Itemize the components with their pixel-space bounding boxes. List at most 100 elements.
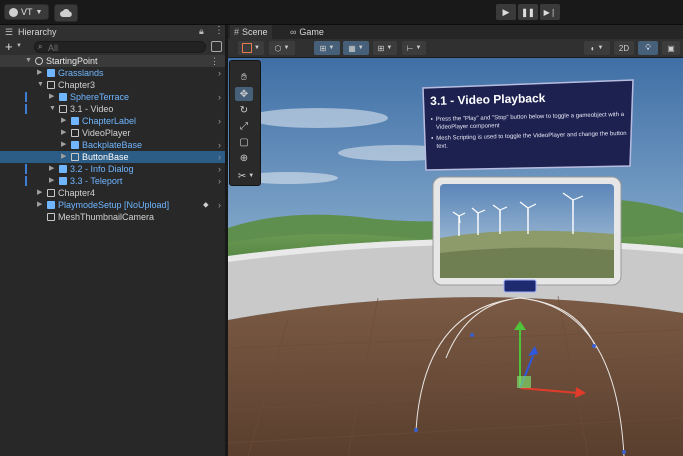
hand-tool-icon[interactable]: ✋︎ — [235, 70, 253, 84]
expand-down-icon[interactable]: ▼ — [25, 55, 32, 67]
hierarchy-item-label: Chapter4 — [58, 188, 96, 198]
step-button[interactable]: ▶❘ — [540, 4, 560, 20]
hierarchy-item-label: Grasslands — [58, 68, 104, 78]
hierarchy-item-label: PlaymodeSetup [NoUpload] — [58, 200, 170, 210]
top-toolbar: VT ▼ ▶ ❚❚ ▶❘ — [0, 0, 683, 25]
increment-snap-button[interactable]: ⊢ ▼ — [402, 41, 426, 55]
expand-right-icon[interactable]: ▶ — [49, 163, 54, 175]
tab-game-label: Game — [299, 27, 324, 37]
lock-icon[interactable]: 🔒︎ — [199, 26, 204, 37]
hierarchy-item[interactable]: ▶ PlaymodeSetup [NoUpload] ⬥ › — [0, 199, 225, 211]
open-prefab-icon[interactable]: › — [218, 175, 221, 187]
open-prefab-icon[interactable]: › — [218, 151, 221, 163]
search-input[interactable]: ⌕ All — [34, 41, 206, 53]
panel-bullet: Press the "Play" and "Stop" button below… — [435, 111, 625, 131]
more-scene-options-button[interactable]: ▣ — [662, 41, 680, 55]
hierarchy-item[interactable]: ▶ VideoPlayer — [0, 127, 225, 139]
lighting-button[interactable]: 💡︎ — [638, 41, 658, 55]
override-marker — [25, 92, 27, 102]
account-dropdown[interactable]: VT ▼ — [4, 4, 49, 20]
transform-tool-icon[interactable]: ⊕ — [235, 151, 253, 165]
scale-tool-icon[interactable]: ⤢ — [235, 119, 253, 133]
open-prefab-icon[interactable]: › — [218, 91, 221, 103]
render-mode-button[interactable]: ⬡ ▼ — [269, 41, 295, 55]
hierarchy-item[interactable]: ▶ 3.2 - Info Dialog › — [0, 163, 225, 175]
custom-tool-icon[interactable]: ✂ ▼ — [235, 169, 257, 183]
expand-right-icon[interactable]: ▶ — [37, 187, 42, 199]
tab-scene-label: Scene — [242, 27, 268, 37]
grid-snap-button[interactable]: ▦ ▼ — [343, 41, 369, 55]
unity-scene-icon — [35, 57, 43, 65]
hierarchy-item[interactable]: ▶ BackplateBase › — [0, 139, 225, 151]
expand-right-icon[interactable]: ▶ — [61, 127, 66, 139]
rect-tool-icon[interactable]: ▢ — [235, 135, 253, 149]
open-prefab-icon[interactable]: › — [218, 67, 221, 79]
hierarchy-toolbar: + ▼ ⌕ All — [0, 39, 225, 56]
hierarchy-item[interactable]: ▶ Grasslands › — [0, 67, 225, 79]
expand-right-icon[interactable]: ▶ — [49, 175, 54, 187]
expand-down-icon[interactable]: ▼ — [37, 79, 44, 91]
expand-right-icon[interactable]: ▶ — [61, 115, 66, 127]
hierarchy-item[interactable]: ▼ 3.1 - Video — [0, 103, 225, 115]
rotate-tool-icon[interactable]: ↻ — [235, 103, 253, 117]
cloud-icon — [60, 9, 72, 17]
expand-right-icon[interactable]: ▶ — [49, 91, 54, 103]
pivot-icon: ⊞ — [319, 43, 327, 53]
hierarchy-item[interactable]: ▼ StartingPoint ⋮ — [0, 55, 225, 67]
hierarchy-item[interactable]: ▶ SphereTerrace › — [0, 91, 225, 103]
open-prefab-icon[interactable]: › — [218, 199, 221, 211]
pause-button[interactable]: ❚❚ — [518, 4, 538, 20]
tab-scene[interactable]: # Scene — [230, 25, 272, 39]
draw-mode-button[interactable]: ▼ — [238, 41, 264, 55]
expand-right-icon[interactable]: ▶ — [37, 199, 42, 211]
ruler-icon: ⊢ — [406, 43, 414, 53]
chevron-down-icon: ▼ — [35, 8, 43, 16]
expand-right-icon[interactable]: ▶ — [61, 139, 66, 151]
hierarchy-item[interactable]: ▶ ButtonBase › — [0, 151, 225, 163]
hierarchy-item[interactable]: ▶ 3.3 - Teleport › — [0, 175, 225, 187]
scene-visibility-icon[interactable] — [211, 41, 222, 52]
snap-settings-button[interactable]: ⊞ ▼ — [373, 41, 397, 55]
lightbulb-icon: 💡︎ — [645, 43, 651, 52]
hierarchy-item[interactable]: ▶ ChapterLabel › — [0, 115, 225, 127]
pivot-button[interactable]: ⊞ ▼ — [314, 41, 340, 55]
override-marker — [25, 104, 27, 114]
add-button[interactable]: + — [5, 39, 13, 54]
expand-down-icon[interactable]: ▼ — [49, 103, 56, 115]
open-prefab-icon[interactable]: › — [218, 163, 221, 175]
prefab-icon — [59, 93, 67, 101]
expand-right-icon[interactable]: ▶ — [37, 67, 42, 79]
hierarchy-tab[interactable]: ☰ Hierarchy 🔒︎ ⋮ — [0, 25, 225, 39]
step-icon: ▶❘ — [543, 7, 557, 17]
hierarchy-item-label: ButtonBase — [82, 152, 129, 162]
prefab-icon — [59, 177, 67, 185]
cloud-button[interactable] — [54, 4, 78, 22]
mode-2d-button[interactable]: 2D — [614, 41, 634, 55]
more-menu-icon[interactable]: ⋮ — [210, 55, 219, 67]
scene-viewport[interactable]: 3.1 - Video Playback • Press the "Play" … — [228, 58, 683, 456]
play-button[interactable]: ▶ — [496, 4, 516, 20]
search-placeholder: All — [48, 43, 59, 53]
chevron-down-icon[interactable]: ▼ — [16, 43, 22, 49]
view-options-button[interactable]: ◐ ▼ — [584, 41, 610, 55]
tag-icon: ⬥ — [203, 200, 209, 209]
hierarchy-item-label: ChapterLabel — [82, 116, 137, 126]
hierarchy-item-label: SphereTerrace — [70, 92, 130, 102]
more-menu-icon[interactable]: ⋮ — [214, 25, 224, 36]
hierarchy-item[interactable]: MeshThumbnailCamera — [0, 211, 225, 223]
hierarchy-item-label: VideoPlayer — [82, 128, 131, 138]
hierarchy-icon: ☰ — [5, 27, 14, 37]
tab-game[interactable]: ∞ Game — [286, 25, 328, 39]
hierarchy-item[interactable]: ▶ Chapter4 — [0, 187, 225, 199]
hierarchy-item-label: 3.2 - Info Dialog — [70, 164, 134, 174]
open-prefab-icon[interactable]: › — [218, 115, 221, 127]
expand-right-icon[interactable]: ▶ — [61, 151, 66, 163]
playmode-controls: ▶ ❚❚ ▶❘ — [496, 4, 560, 20]
info-panel-text: 3.1 - Video Playback • Press the "Play" … — [430, 89, 627, 151]
prefab-icon — [47, 201, 55, 209]
sphere-icon: ◐ — [590, 43, 596, 53]
move-tool-icon[interactable]: ✥ — [235, 87, 253, 101]
prefab-icon — [47, 69, 55, 77]
hierarchy-item[interactable]: ▼ Chapter3 — [0, 79, 225, 91]
open-prefab-icon[interactable]: › — [218, 139, 221, 151]
